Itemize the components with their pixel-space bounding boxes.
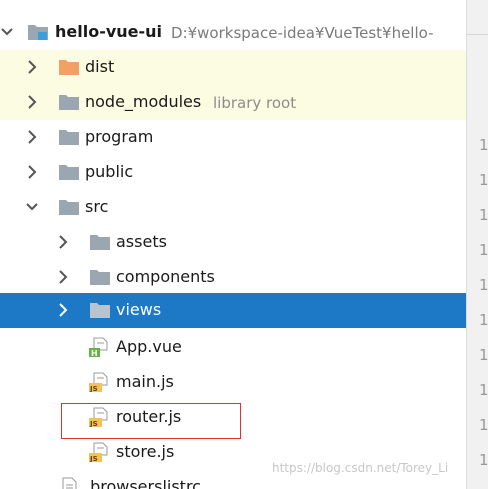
- line-number: 1: [479, 241, 488, 259]
- line-number: 1: [479, 451, 488, 469]
- gutter-separator: [467, 0, 488, 35]
- tree-item-label: main.js: [116, 372, 174, 391]
- tree-item-label: store.js: [116, 442, 175, 461]
- tree-item-label: components: [116, 267, 215, 286]
- folder-icon: [58, 127, 80, 147]
- project-path: D:¥workspace-idea¥VueTest¥hello-: [171, 24, 434, 42]
- project-name: hello-vue-ui: [55, 22, 163, 41]
- folder-icon: [58, 162, 80, 182]
- tree-row-assets[interactable]: assets: [0, 225, 466, 260]
- chevron-right-icon[interactable]: [56, 302, 70, 318]
- folder-icon: [58, 92, 80, 112]
- line-number: 1: [479, 171, 488, 189]
- vue-file-icon: H: [89, 337, 111, 357]
- watermark: https://blog.csdn.net/Torey_Li: [272, 461, 449, 475]
- svg-text:JS: JS: [89, 385, 98, 392]
- line-number: 1: [479, 416, 488, 434]
- tree-row-views[interactable]: views: [0, 293, 466, 328]
- folder-icon: [89, 300, 111, 320]
- tree-item-label: dist: [85, 57, 115, 76]
- chevron-right-icon[interactable]: [25, 59, 39, 75]
- tree-item-label: src: [85, 197, 109, 216]
- project-folder-icon: [27, 22, 49, 42]
- editor-gutter: 1 1 1 1 1 1 1 1 1 1: [466, 0, 488, 489]
- annotation-highlight-box: [61, 403, 241, 439]
- line-number: 1: [479, 381, 488, 399]
- chevron-down-icon[interactable]: [0, 24, 14, 40]
- tree-row-project-root[interactable]: hello-vue-ui D:¥workspace-idea¥VueTest¥h…: [0, 15, 466, 50]
- tree-row-src[interactable]: src: [0, 190, 466, 225]
- tree-item-label: node_modules: [85, 92, 202, 111]
- folder-icon: [58, 197, 80, 217]
- excluded-folder-icon: [58, 57, 80, 77]
- library-root-hint: library root: [213, 94, 297, 112]
- tree-item-label: program: [85, 127, 154, 146]
- chevron-right-icon[interactable]: [25, 164, 39, 180]
- line-number: 1: [479, 206, 488, 224]
- chevron-right-icon[interactable]: [56, 269, 70, 285]
- folder-icon: [89, 267, 111, 287]
- tree-item-label: views: [116, 300, 162, 319]
- svg-text:H: H: [91, 349, 98, 357]
- tree-row-components[interactable]: components: [0, 260, 466, 295]
- chevron-down-icon[interactable]: [25, 199, 39, 215]
- line-number: 1: [479, 276, 488, 294]
- tree-item-label: assets: [116, 232, 167, 251]
- chevron-right-icon[interactable]: [25, 129, 39, 145]
- folder-icon: [89, 232, 111, 252]
- tree-row-main-js[interactable]: JS main.js: [0, 365, 466, 400]
- tree-row-app-vue[interactable]: H App.vue: [0, 330, 466, 365]
- line-number: 1: [479, 311, 488, 329]
- js-file-icon: JS: [89, 372, 111, 392]
- project-tree: hello-vue-ui D:¥workspace-idea¥VueTest¥h…: [0, 0, 466, 489]
- tree-item-label: public: [85, 162, 134, 181]
- line-number: 1: [479, 346, 488, 364]
- js-file-icon: JS: [89, 442, 111, 462]
- svg-text:JS: JS: [89, 455, 98, 462]
- line-number: 1: [479, 136, 488, 154]
- tree-item-label: App.vue: [116, 337, 182, 356]
- tree-row-program[interactable]: program: [0, 120, 466, 155]
- config-file-icon: [58, 477, 80, 489]
- chevron-right-icon[interactable]: [56, 234, 70, 250]
- tree-item-label: .browserslistrc: [85, 477, 201, 489]
- chevron-right-icon[interactable]: [25, 94, 39, 110]
- tree-row-dist[interactable]: dist: [0, 50, 466, 85]
- tree-row-node-modules[interactable]: node_modules library root: [0, 85, 466, 120]
- tree-row-public[interactable]: public: [0, 155, 466, 190]
